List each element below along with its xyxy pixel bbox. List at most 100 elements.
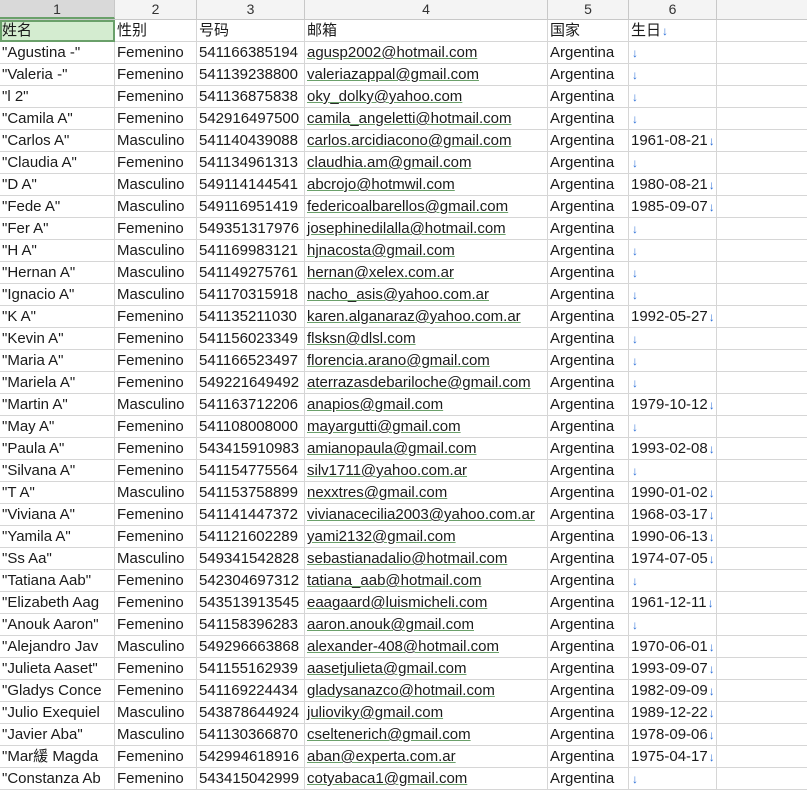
name-cell[interactable]: "Fede A" bbox=[0, 196, 115, 218]
birthday-cell[interactable]: 1970-06-01↓ bbox=[629, 636, 717, 658]
birthday-cell[interactable]: ↓ bbox=[629, 262, 717, 284]
country-cell[interactable]: Argentina bbox=[548, 130, 629, 152]
gender-cell[interactable]: Masculino bbox=[115, 174, 197, 196]
phone-cell[interactable]: 541169983121 bbox=[197, 240, 305, 262]
phone-cell[interactable]: 549114144541 bbox=[197, 174, 305, 196]
email-cell[interactable]: cotyabaca1@gmail.com bbox=[305, 768, 548, 790]
country-cell[interactable]: Argentina bbox=[548, 658, 629, 680]
gender-cell[interactable]: Femenino bbox=[115, 152, 197, 174]
birthday-cell[interactable]: ↓ bbox=[629, 570, 717, 592]
phone-cell[interactable]: 543513913545 bbox=[197, 592, 305, 614]
birthday-cell[interactable]: ↓ bbox=[629, 64, 717, 86]
email-cell[interactable]: silv1711@yahoo.com.ar bbox=[305, 460, 548, 482]
name-cell[interactable]: "Mar緩 Magda bbox=[0, 746, 115, 768]
name-cell[interactable]: "Kevin A" bbox=[0, 328, 115, 350]
email-link[interactable]: amianopaula@gmail.com bbox=[307, 440, 476, 457]
email-cell[interactable]: julioviky@gmail.com bbox=[305, 702, 548, 724]
phone-cell[interactable]: 541141447372 bbox=[197, 504, 305, 526]
email-cell[interactable]: gladysanazco@hotmail.com bbox=[305, 680, 548, 702]
phone-cell[interactable]: 541139238800 bbox=[197, 64, 305, 86]
name-cell[interactable]: "Silvana A" bbox=[0, 460, 115, 482]
country-cell[interactable]: Argentina bbox=[548, 152, 629, 174]
email-link[interactable]: gladysanazco@hotmail.com bbox=[307, 682, 495, 699]
birthday-cell[interactable]: 1982-09-09↓ bbox=[629, 680, 717, 702]
email-cell[interactable]: aterrazasdebariloche@gmail.com bbox=[305, 372, 548, 394]
birthday-cell[interactable]: 1961-12-11↓ bbox=[629, 592, 717, 614]
phone-cell[interactable]: 542304697312 bbox=[197, 570, 305, 592]
birthday-cell[interactable]: ↓ bbox=[629, 218, 717, 240]
gender-cell[interactable]: Femenino bbox=[115, 306, 197, 328]
email-cell[interactable]: carlos.arcidiacono@gmail.com bbox=[305, 130, 548, 152]
name-cell[interactable]: "Paula A" bbox=[0, 438, 115, 460]
name-cell[interactable]: "Fer A" bbox=[0, 218, 115, 240]
phone-cell[interactable]: 543878644924 bbox=[197, 702, 305, 724]
email-cell[interactable]: vivianacecilia2003@yahoo.com.ar bbox=[305, 504, 548, 526]
country-cell[interactable]: Argentina bbox=[548, 592, 629, 614]
country-cell[interactable]: Argentina bbox=[548, 614, 629, 636]
email-link[interactable]: aasetjulieta@gmail.com bbox=[307, 660, 466, 677]
name-cell[interactable]: "Elizabeth Aag bbox=[0, 592, 115, 614]
gender-cell[interactable]: Masculino bbox=[115, 636, 197, 658]
birthday-cell[interactable]: 1978-09-06↓ bbox=[629, 724, 717, 746]
email-link[interactable]: sebastianadalio@hotmail.com bbox=[307, 550, 507, 567]
email-link[interactable]: flsksn@dlsl.com bbox=[307, 330, 416, 347]
email-link[interactable]: florencia.arano@gmail.com bbox=[307, 352, 490, 369]
email-link[interactable]: hernan@xelex.com.ar bbox=[307, 264, 454, 281]
email-cell[interactable]: claudhia.am@gmail.com bbox=[305, 152, 548, 174]
email-cell[interactable]: hjnacosta@gmail.com bbox=[305, 240, 548, 262]
phone-cell[interactable]: 541149275761 bbox=[197, 262, 305, 284]
email-link[interactable]: oky_dolky@yahoo.com bbox=[307, 88, 462, 105]
gender-cell[interactable]: Masculino bbox=[115, 240, 197, 262]
gender-cell[interactable]: Femenino bbox=[115, 64, 197, 86]
country-cell[interactable]: Argentina bbox=[548, 394, 629, 416]
phone-cell[interactable]: 541170315918 bbox=[197, 284, 305, 306]
header-cell[interactable]: 号码 bbox=[197, 20, 305, 42]
email-link[interactable]: hjnacosta@gmail.com bbox=[307, 242, 455, 259]
name-cell[interactable]: "May A" bbox=[0, 416, 115, 438]
email-cell[interactable]: nacho_asis@yahoo.com.ar bbox=[305, 284, 548, 306]
email-link[interactable]: silv1711@yahoo.com.ar bbox=[307, 462, 467, 479]
email-link[interactable]: eaagaard@luismicheli.com bbox=[307, 594, 487, 611]
email-cell[interactable]: nexxtres@gmail.com bbox=[305, 482, 548, 504]
phone-cell[interactable]: 541130366870 bbox=[197, 724, 305, 746]
email-link[interactable]: josephinedilalla@hotmail.com bbox=[307, 220, 506, 237]
email-cell[interactable]: aban@experta.com.ar bbox=[305, 746, 548, 768]
phone-cell[interactable]: 549341542828 bbox=[197, 548, 305, 570]
name-cell[interactable]: "Claudia A" bbox=[0, 152, 115, 174]
phone-cell[interactable]: 549351317976 bbox=[197, 218, 305, 240]
email-cell[interactable]: alexander-408@hotmail.com bbox=[305, 636, 548, 658]
email-cell[interactable]: florencia.arano@gmail.com bbox=[305, 350, 548, 372]
birthday-cell[interactable]: 1968-03-17↓ bbox=[629, 504, 717, 526]
gender-cell[interactable]: Femenino bbox=[115, 746, 197, 768]
birthday-cell[interactable]: ↓ bbox=[629, 86, 717, 108]
email-link[interactable]: aban@experta.com.ar bbox=[307, 748, 456, 765]
email-cell[interactable]: federicoalbarellos@gmail.com bbox=[305, 196, 548, 218]
birthday-cell[interactable]: ↓ bbox=[629, 768, 717, 790]
country-cell[interactable]: Argentina bbox=[548, 262, 629, 284]
email-cell[interactable]: flsksn@dlsl.com bbox=[305, 328, 548, 350]
email-link[interactable]: carlos.arcidiacono@gmail.com bbox=[307, 132, 511, 149]
email-cell[interactable]: hernan@xelex.com.ar bbox=[305, 262, 548, 284]
gender-cell[interactable]: Femenino bbox=[115, 526, 197, 548]
birthday-cell[interactable]: ↓ bbox=[629, 240, 717, 262]
name-cell[interactable]: "K A" bbox=[0, 306, 115, 328]
email-link[interactable]: abcrojo@hotmwil.com bbox=[307, 176, 455, 193]
country-cell[interactable]: Argentina bbox=[548, 350, 629, 372]
email-link[interactable]: cotyabaca1@gmail.com bbox=[307, 770, 467, 787]
name-cell[interactable]: "Constanza Ab bbox=[0, 768, 115, 790]
name-cell[interactable]: "Mariela A" bbox=[0, 372, 115, 394]
gender-cell[interactable]: Femenino bbox=[115, 614, 197, 636]
name-cell[interactable]: "T A" bbox=[0, 482, 115, 504]
email-cell[interactable]: aaron.anouk@gmail.com bbox=[305, 614, 548, 636]
phone-cell[interactable]: 542994618916 bbox=[197, 746, 305, 768]
country-cell[interactable]: Argentina bbox=[548, 416, 629, 438]
name-cell[interactable]: "Alejandro Jav bbox=[0, 636, 115, 658]
email-link[interactable]: vivianacecilia2003@yahoo.com.ar bbox=[307, 506, 535, 523]
phone-cell[interactable]: 543415042999 bbox=[197, 768, 305, 790]
gender-cell[interactable]: Femenino bbox=[115, 416, 197, 438]
column-header-4[interactable]: 4 bbox=[305, 0, 548, 19]
birthday-cell[interactable]: 1961-08-21↓ bbox=[629, 130, 717, 152]
header-cell[interactable]: 生日↓ bbox=[629, 20, 717, 42]
birthday-cell[interactable]: 1993-02-08↓ bbox=[629, 438, 717, 460]
email-cell[interactable]: karen.alganaraz@yahoo.com.ar bbox=[305, 306, 548, 328]
